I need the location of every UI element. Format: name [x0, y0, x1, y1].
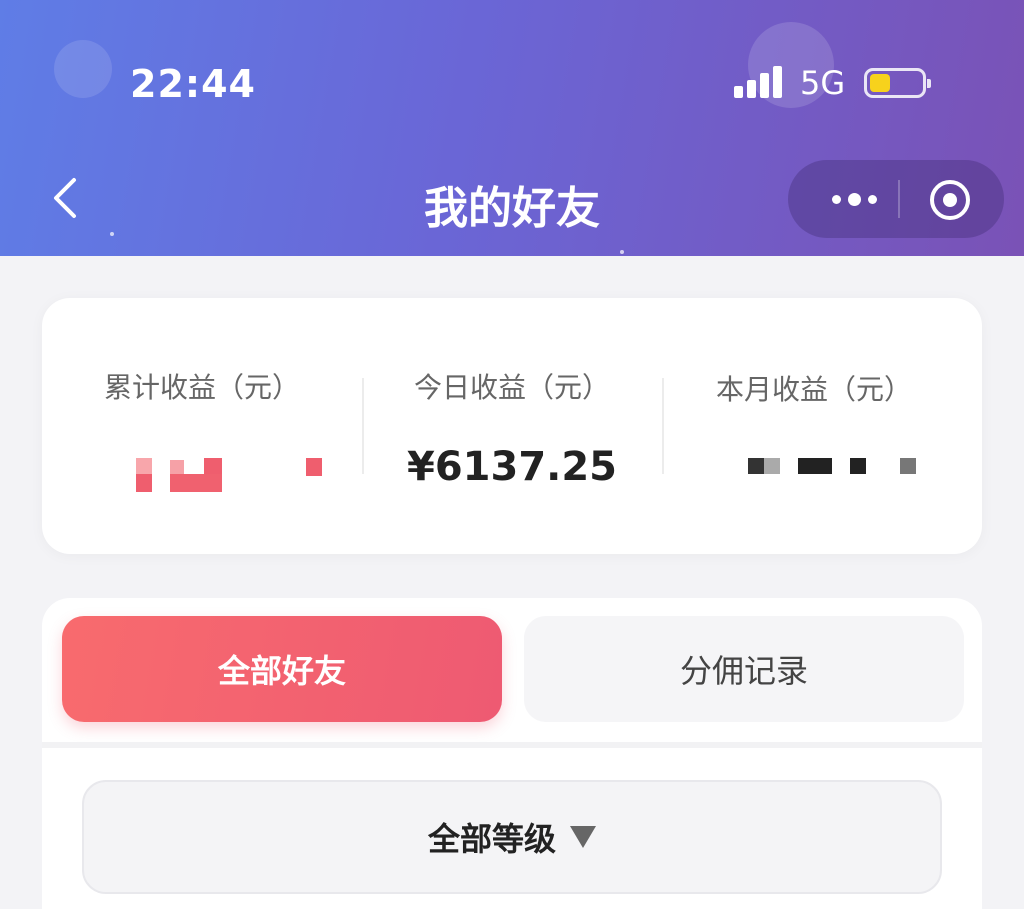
total-earnings: 累计收益（元） — [52, 298, 352, 554]
more-dots-icon[interactable] — [812, 160, 896, 238]
earnings-card: 累计收益（元） 今日收益（元） ¥6137.25 本月收益（元） — [42, 298, 982, 554]
friends-panel: 全部好友 分佣记录 全部等级 — [42, 598, 982, 909]
month-earnings-label: 本月收益（元） — [715, 373, 912, 406]
tab-commission-records[interactable]: 分佣记录 — [524, 616, 964, 722]
target-circle-icon[interactable] — [930, 180, 970, 220]
today-earnings: 今日收益（元） ¥6137.25 — [362, 298, 662, 554]
signal-icon — [734, 66, 786, 98]
today-earnings-value: ¥6137.25 — [406, 444, 618, 490]
capsule-divider — [898, 180, 900, 218]
header: 22:44 5G 我的好友 — [0, 0, 1024, 256]
decor-dot — [620, 250, 624, 254]
tabs-divider — [42, 742, 982, 748]
today-earnings-label: 今日收益（元） — [413, 371, 610, 404]
tab-all-friends[interactable]: 全部好友 — [62, 616, 502, 722]
decor-bubble — [54, 40, 112, 98]
month-earnings: 本月收益（元） — [664, 298, 964, 554]
caret-down-icon — [570, 826, 596, 848]
status-time: 22:44 — [130, 62, 256, 106]
total-earnings-label: 累计收益（元） — [103, 371, 300, 404]
battery-icon — [864, 68, 931, 98]
level-filter-label: 全部等级 — [427, 820, 556, 858]
level-filter-select[interactable]: 全部等级 — [82, 780, 942, 894]
mini-program-capsule — [788, 160, 1004, 238]
network-type: 5G — [800, 64, 846, 102]
